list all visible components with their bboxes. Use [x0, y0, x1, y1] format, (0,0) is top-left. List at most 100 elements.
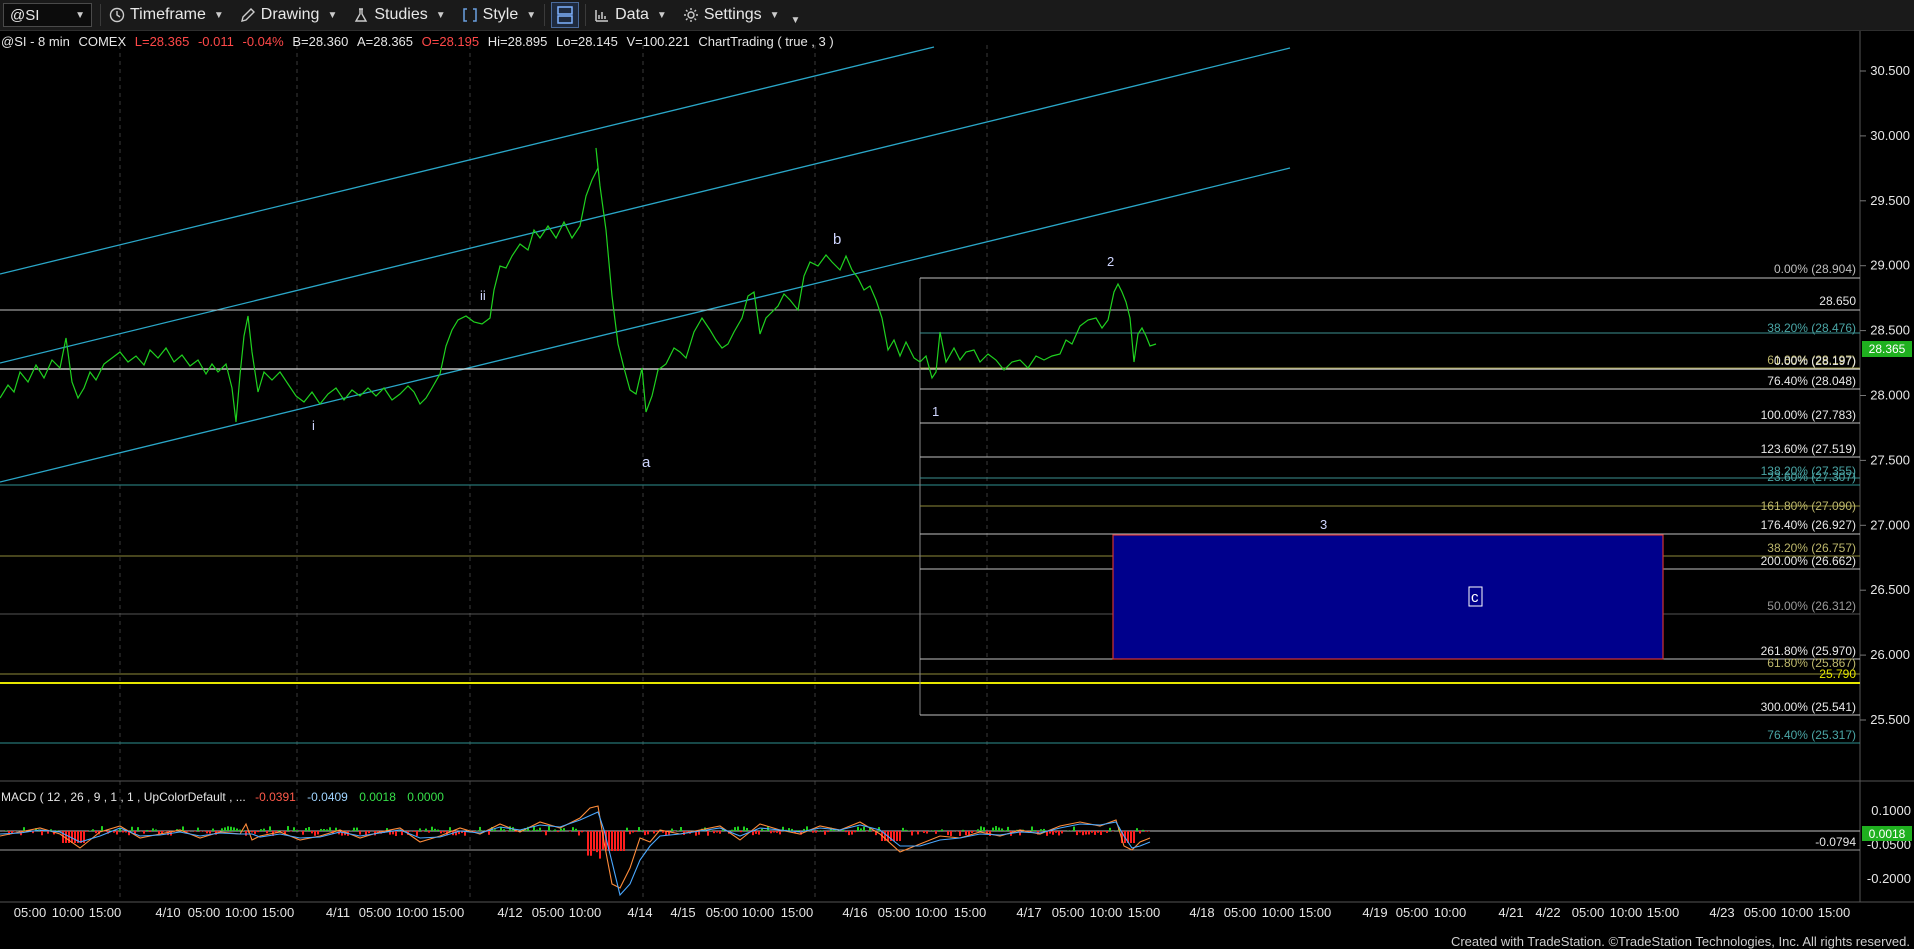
horizontal-lines[interactable] — [0, 309, 1860, 744]
macd-hist-bar — [626, 827, 628, 831]
macd-signal-line[interactable] — [0, 811, 1151, 897]
macd-hist-bar — [263, 828, 265, 831]
macd-hist-bar — [1085, 831, 1087, 835]
macd-hist-bar — [569, 831, 571, 832]
time-tick-label: 05:00 — [359, 905, 392, 920]
macd-hist-bar — [212, 828, 214, 831]
time-tick-label: 15:00 — [262, 905, 295, 920]
macd-hist-bar — [974, 831, 976, 832]
macd-hist-bar — [317, 831, 319, 835]
macd-hist-bar — [494, 829, 496, 831]
style-menu[interactable]: Style ▼ — [454, 0, 544, 31]
macd-hist-bar — [359, 831, 361, 835]
macd-hist-bar — [773, 831, 775, 833]
status-change-pct: -0.04% — [242, 34, 284, 49]
macd-hist-bar — [1082, 831, 1084, 836]
target-zone-box[interactable] — [1112, 534, 1664, 660]
flask-icon — [355, 8, 368, 22]
macd-hist-bar — [587, 831, 589, 856]
macd-hist-bar — [293, 827, 295, 831]
macd-hist-bar — [254, 831, 256, 834]
macd-hist-bar — [188, 831, 190, 832]
fib-level-label: 0.00% (28.197) — [1774, 354, 1856, 368]
hline-upper-label: 28.650 — [1819, 294, 1856, 308]
wave-label-1[interactable]: 1 — [932, 404, 939, 419]
wave-label-3[interactable]: 3 — [1320, 517, 1327, 532]
wave-label-a[interactable]: a — [642, 454, 651, 471]
session-dividers — [119, 45, 988, 900]
macd-hist-bar — [740, 831, 742, 833]
price-chart-area[interactable]: 30.500 30.000 29.500 29.000 28.500 28.000 27.5… — [0, 31, 1914, 949]
macd-hist-bar — [863, 826, 865, 831]
macd-hist-bar — [182, 826, 184, 831]
time-tick-label: 4/12 — [497, 905, 522, 920]
macd-hist-bar — [542, 831, 544, 832]
settings-menu[interactable]: Settings ▼ — [675, 0, 788, 31]
studies-label: Studies — [374, 6, 428, 23]
macd-zero-value: 0.0000 — [407, 790, 444, 804]
status-volume: V=100.221 — [626, 34, 690, 49]
time-tick-label: 10:00 — [1262, 905, 1295, 920]
macd-hist-bar — [971, 831, 973, 833]
macd-hist-bar — [74, 831, 76, 843]
macd-hist-bar — [713, 831, 715, 834]
status-exchange: COMEX — [78, 34, 127, 49]
macd-hist-bar — [731, 829, 733, 831]
status-high: Hi=28.895 — [487, 34, 548, 49]
drawing-menu[interactable]: Drawing ▼ — [232, 0, 346, 31]
macd-hist-bar — [716, 831, 718, 833]
channel-middle-line[interactable] — [0, 47, 1291, 364]
time-tick-label: 10:00 — [1610, 905, 1643, 920]
macd-hist-bar — [1136, 828, 1138, 831]
macd-hist-bar — [419, 828, 421, 831]
macd-hist-bar — [743, 826, 745, 831]
macd-hist-bar — [260, 829, 262, 831]
macd-hist-bar — [611, 831, 613, 851]
layout-toggle-button[interactable] — [551, 2, 580, 28]
macd-hist-bar — [395, 831, 397, 836]
macd-hist-bar — [23, 827, 25, 831]
time-tick-label: 10:00 — [569, 905, 602, 920]
style-brackets-icon — [462, 8, 477, 22]
wave-label-i[interactable]: i — [312, 418, 315, 433]
price-tick-label: 27.000 — [1870, 517, 1910, 532]
wave-label-b[interactable]: b — [833, 231, 841, 248]
macd-hist-bar — [857, 826, 859, 831]
data-menu[interactable]: Data ▼ — [586, 0, 675, 31]
macd-hist-bar — [755, 831, 757, 834]
macd-line[interactable] — [0, 805, 1151, 889]
macd-hist-bar — [719, 831, 721, 834]
macd-hist-bar — [845, 831, 847, 833]
timeframe-menu[interactable]: Timeframe ▼ — [101, 0, 232, 31]
chart-canvas[interactable]: 30.500 30.000 29.500 29.000 28.500 28.000 27.5… — [0, 31, 1914, 949]
time-tick-label: 4/21 — [1498, 905, 1523, 920]
macd-hist-bar — [545, 831, 547, 836]
toolbar-overflow-icon[interactable]: ▼ — [791, 15, 801, 26]
macd-hist-bar — [1097, 831, 1099, 833]
time-tick-label: 05:00 — [706, 905, 739, 920]
status-change: -0.011 — [197, 34, 234, 49]
macd-hist-bar — [926, 831, 928, 834]
wave-label-2[interactable]: 2 — [1107, 254, 1114, 269]
channel-lower-line[interactable] — [0, 167, 1291, 483]
macd-hist-bar — [287, 826, 289, 831]
macd-hist-bar — [872, 831, 874, 832]
trend-channel[interactable] — [0, 46, 1291, 483]
macd-hist-bar — [449, 827, 451, 831]
macd-hist-bar — [923, 831, 925, 833]
macd-hist-bar — [653, 831, 655, 834]
status-ask: A=28.365 — [356, 34, 414, 49]
wave-label-c[interactable]: c — [1471, 589, 1479, 606]
wave-label-ii[interactable]: ii — [480, 288, 486, 303]
studies-menu[interactable]: Studies ▼ — [345, 0, 453, 31]
fib-level-label: 0.00% (28.904) — [1774, 262, 1856, 276]
macd-hist-bar — [1100, 831, 1102, 835]
price-line[interactable] — [0, 147, 1157, 423]
macd-hist-bar — [1049, 831, 1051, 834]
price-tick-label: 30.000 — [1870, 128, 1910, 143]
time-tick-label: 15:00 — [1299, 905, 1332, 920]
macd-hist-bar — [251, 831, 253, 833]
symbol-selector[interactable]: @SI ▼ — [3, 3, 92, 27]
macd-hist-bar — [434, 828, 436, 831]
channel-upper-line[interactable] — [0, 46, 935, 275]
